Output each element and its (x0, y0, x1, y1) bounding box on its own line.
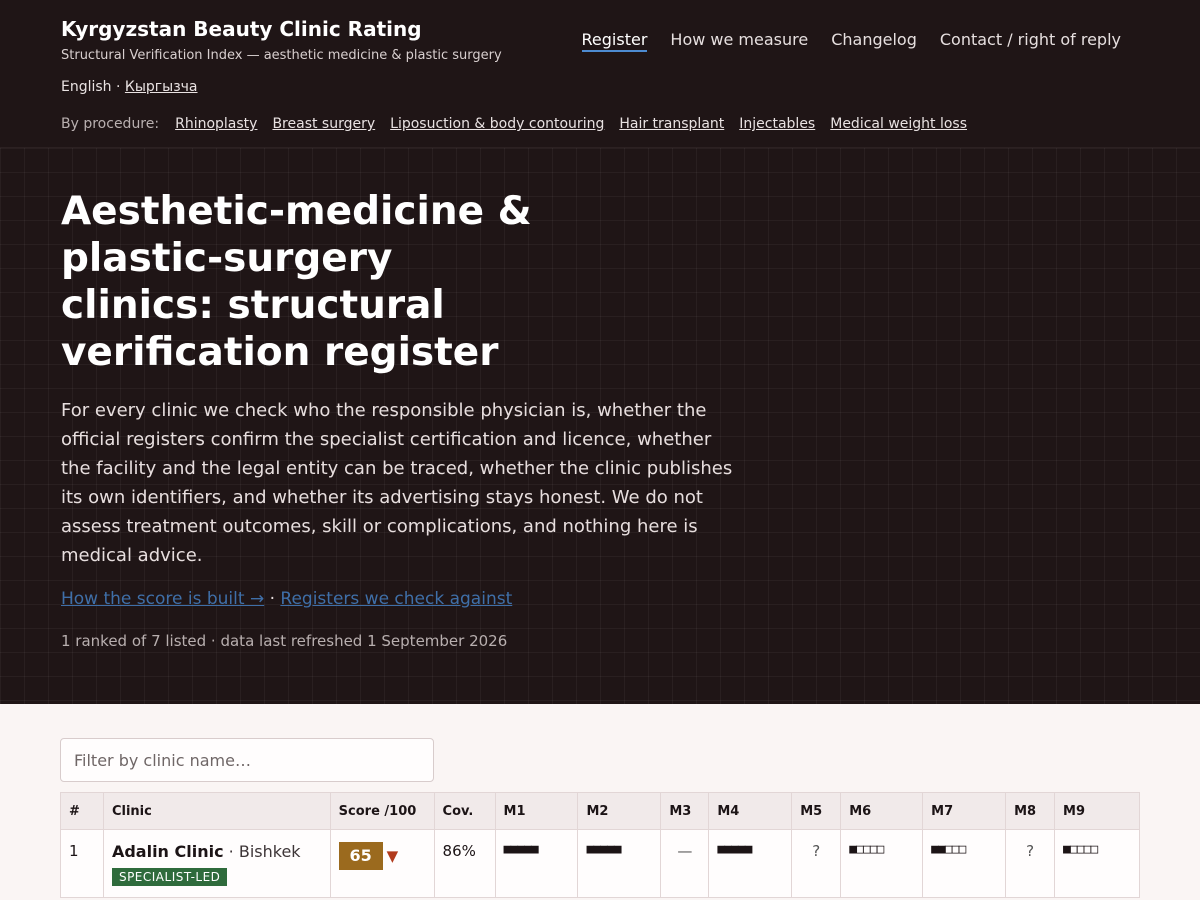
col-header-m5[interactable]: M5 (791, 792, 842, 830)
procedure-link-weight-loss[interactable]: Medical weight loss (830, 116, 967, 132)
intro-paragraph: For every clinic we check who the respon… (61, 400, 733, 566)
m5-cell: ? (791, 829, 842, 898)
registers-link[interactable]: Registers we check against (280, 589, 512, 609)
col-header-m2[interactable]: M2 (577, 792, 662, 830)
score-method-link[interactable]: How the score is built → (61, 589, 264, 609)
col-header-score[interactable]: Score /100 (329, 792, 435, 830)
site-header: Kyrgyzstan Beauty Clinic Rating Structur… (0, 0, 1200, 148)
clinic-cell: Adalin Clinic · Bishkek SPECIALIST-LED (102, 829, 331, 898)
language-separator: · (111, 79, 125, 95)
main-nav: Register How we measure Changelog Contac… (581, 30, 1121, 52)
col-header-rank[interactable]: # (60, 792, 104, 830)
coverage-cell: 86% (433, 829, 496, 898)
link-separator: · (264, 589, 281, 609)
methodology-links: How the score is built → · Registers we … (61, 589, 512, 609)
procedure-link-injectables[interactable]: Injectables (739, 116, 815, 132)
procedure-nav: By procedure: Rhinoplasty Breast surgery… (61, 116, 967, 132)
page-title: Aesthetic-medicine & plastic-surgery cli… (61, 189, 532, 375)
col-header-clinic[interactable]: Clinic (102, 792, 331, 830)
nav-contact[interactable]: Contact / right of reply (940, 30, 1121, 52)
score-badge: 65 (338, 842, 383, 870)
m6-cell: ■□□□□ (840, 829, 924, 898)
listing-meta: 1 ranked of 7 listed · data last refresh… (61, 632, 508, 650)
procedure-link-liposuction[interactable]: Liposuction & body contouring (390, 116, 604, 132)
site-title[interactable]: Kyrgyzstan Beauty Clinic Rating (61, 17, 422, 41)
procedure-label: By procedure: (61, 116, 160, 132)
m2-cell: ■■■■■ (577, 829, 662, 898)
col-header-m4[interactable]: M4 (708, 792, 793, 830)
m3-cell: — (660, 829, 710, 898)
col-header-m3[interactable]: M3 (660, 792, 710, 830)
procedure-link-rhinoplasty[interactable]: Rhinoplasty (175, 116, 257, 132)
language-link-kyrgyz[interactable]: Кыргызча (125, 79, 198, 95)
nav-changelog[interactable]: Changelog (831, 30, 917, 52)
specialist-led-badge: SPECIALIST-LED (111, 868, 228, 886)
col-header-coverage[interactable]: Cov. (433, 792, 496, 830)
trend-down-icon: ▼ (386, 847, 399, 865)
language-switcher: English · Кыргызча (61, 79, 198, 95)
clinic-name-link[interactable]: Adalin Clinic (112, 842, 224, 861)
clinic-table: # Clinic Score /100 Cov. M1 M2 M3 M4 M5 … (60, 792, 1140, 898)
m1-cell: ■■■■■ (494, 829, 579, 898)
m7-cell: ■■□□□ (922, 829, 1007, 898)
site-subtitle: Structural Verification Index — aestheti… (61, 48, 502, 63)
col-header-m8[interactable]: M8 (1005, 792, 1056, 830)
clinic-city: · Bishkek (223, 842, 301, 861)
m4-cell: ■■■■■ (708, 829, 793, 898)
register-content: # Clinic Score /100 Cov. M1 M2 M3 M4 M5 … (0, 704, 1200, 900)
nav-register[interactable]: Register (581, 30, 648, 52)
hero-section: Kyrgyzstan Beauty Clinic Rating Structur… (0, 0, 1200, 704)
score-cell: 65 ▼ (329, 829, 435, 898)
table-row[interactable]: 1 Adalin Clinic · Bishkek SPECIALIST-LED… (60, 829, 1140, 898)
rank-cell: 1 (60, 829, 104, 898)
col-header-m1[interactable]: M1 (494, 792, 579, 830)
col-header-m9[interactable]: M9 (1054, 792, 1140, 830)
col-header-m6[interactable]: M6 (840, 792, 924, 830)
language-current: English (61, 79, 112, 95)
clinic-filter-input[interactable] (60, 738, 434, 782)
procedure-link-hair-transplant[interactable]: Hair transplant (619, 116, 724, 132)
nav-how-we-measure[interactable]: How we measure (670, 30, 808, 52)
m9-cell: ■□□□□ (1054, 829, 1140, 898)
m8-cell: ? (1005, 829, 1056, 898)
procedure-link-breast-surgery[interactable]: Breast surgery (272, 116, 375, 132)
col-header-m7[interactable]: M7 (922, 792, 1007, 830)
table-header-row: # Clinic Score /100 Cov. M1 M2 M3 M4 M5 … (60, 792, 1140, 830)
